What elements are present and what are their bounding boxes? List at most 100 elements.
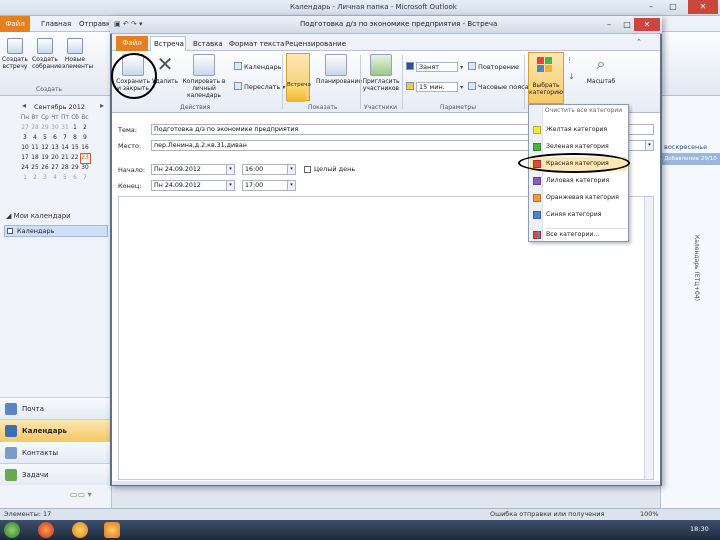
categorize-button[interactable]	[528, 52, 564, 104]
importance-low-icon[interactable]: ↓	[568, 72, 575, 81]
start-time-input[interactable]: 16:00 ▾	[242, 164, 296, 175]
new-items-button[interactable]: Новые элементы	[62, 38, 93, 70]
calendar-day[interactable]: 20	[50, 153, 60, 163]
forward-button[interactable]: Переслать ▾	[234, 82, 285, 91]
calendar-day[interactable]: 9	[80, 133, 90, 143]
calendar-button[interactable]: Календарь	[234, 62, 281, 71]
category-item-orange[interactable]: Оранжевая категория	[530, 191, 627, 205]
all-categories-item[interactable]: Все категории...	[530, 228, 627, 242]
calendar-day[interactable]: 25	[30, 163, 40, 173]
calendar-day[interactable]: 10	[20, 143, 30, 153]
calendar-day[interactable]: 24	[20, 163, 30, 173]
meeting-tab-format[interactable]: Формат текста	[226, 37, 287, 51]
category-item-green[interactable]: Зеленая категория	[530, 140, 627, 154]
dropdown-arrow-icon[interactable]: ▾	[645, 141, 653, 150]
start-date-input[interactable]: Пн 24.09.2012 ▾	[151, 164, 235, 175]
outlook-maximize-button[interactable]: □	[662, 0, 684, 14]
new-meeting-button[interactable]: Создать собрание	[32, 38, 62, 70]
nav-mail[interactable]: Почта	[0, 397, 112, 419]
calendar-day[interactable]: 13	[50, 143, 60, 153]
dropdown-arrow-icon[interactable]: ▾	[226, 181, 234, 190]
dropdown-arrow-icon[interactable]: ▾	[226, 165, 234, 174]
status-send-receive-error[interactable]: Ошибка отправки или получения	[490, 510, 605, 518]
calendar-day[interactable]: 7	[80, 173, 90, 183]
nav-tasks[interactable]: Задачи	[0, 463, 112, 485]
calendar-day[interactable]: 2	[80, 123, 90, 133]
explorer-icon[interactable]	[72, 522, 88, 538]
calendar-day[interactable]: 6	[50, 133, 60, 143]
outlook-tab-file[interactable]: Файл	[0, 16, 30, 32]
checkbox-icon[interactable]	[7, 228, 13, 234]
outlook-taskbar-icon[interactable]	[104, 522, 120, 538]
calendar-day[interactable]: 30	[80, 163, 90, 173]
start-button-icon[interactable]	[4, 522, 20, 538]
calendar-day[interactable]: 27	[50, 163, 60, 173]
calendar-day[interactable]: 2	[30, 173, 40, 183]
category-item-blue[interactable]: Синяя категория	[530, 208, 627, 222]
show-as-busy-select[interactable]: Занят ▾	[406, 62, 463, 72]
nav-contacts[interactable]: Контакты	[0, 441, 112, 463]
scheduling-button[interactable]: Планирование	[316, 54, 362, 85]
status-zoom-level[interactable]: 100%	[640, 510, 659, 518]
outlook-tab-send-receive[interactable]: Отправка и получение	[74, 16, 114, 32]
calendar-day[interactable]: 15	[70, 143, 80, 153]
mini-cal-next-icon[interactable]: ▸	[100, 101, 104, 110]
calendar-day[interactable]: 1	[70, 123, 80, 133]
all-day-checkbox[interactable]	[304, 166, 311, 173]
calendar-day-today[interactable]: 23	[79, 152, 91, 164]
recurrence-button[interactable]: Повторение	[468, 62, 519, 71]
notes-scrollbar[interactable]	[644, 197, 653, 479]
reminder-select[interactable]: 15 мин. ▾	[406, 82, 463, 92]
calendar-day[interactable]: 5	[60, 173, 70, 183]
calendar-day[interactable]: 4	[30, 133, 40, 143]
calendar-day[interactable]: 1	[20, 173, 30, 183]
calendar-day[interactable]: 18	[30, 153, 40, 163]
meeting-close-button[interactable]: ✕	[634, 18, 660, 31]
category-item-yellow[interactable]: Желтая категория	[530, 123, 627, 137]
calendar-list-item[interactable]: Календарь	[4, 225, 108, 237]
calendar-day[interactable]: 3	[20, 133, 30, 143]
calendar-day[interactable]: 8	[70, 133, 80, 143]
mini-cal-prev-icon[interactable]: ◂	[22, 101, 26, 110]
nav-footer-icons[interactable]: ▭▭ ▾	[70, 490, 92, 499]
end-date-input[interactable]: Пн 24.09.2012 ▾	[151, 180, 235, 191]
calendar-day[interactable]: 11	[30, 143, 40, 153]
end-time-input[interactable]: 17:00 ▾	[242, 180, 296, 191]
calendar-day[interactable]: 19	[40, 153, 50, 163]
copy-to-calendar-button[interactable]: Копировать в личный календарь	[180, 54, 228, 99]
importance-high-icon[interactable]: !	[568, 56, 571, 65]
dropdown-arrow-icon[interactable]: ▾	[287, 181, 295, 190]
calendar-day[interactable]: 26	[40, 163, 50, 173]
calendar-day[interactable]: 28	[60, 163, 70, 173]
calendar-day[interactable]: 30	[50, 123, 60, 133]
meeting-view-button[interactable]: Встреча	[286, 53, 311, 102]
meeting-tab-insert[interactable]: Вставка	[190, 37, 226, 51]
calendar-day[interactable]: 6	[70, 173, 80, 183]
calendar-day[interactable]: 29	[70, 163, 80, 173]
meeting-tab-file[interactable]: Файл	[116, 36, 148, 51]
calendar-day[interactable]: 17	[20, 153, 30, 163]
calendar-day[interactable]: 22	[70, 153, 80, 163]
opera-icon[interactable]	[38, 522, 54, 538]
calendar-day[interactable]: 27	[20, 123, 30, 133]
calendar-day[interactable]: 28	[30, 123, 40, 133]
calendar-day[interactable]: 14	[60, 143, 70, 153]
dropdown-arrow-icon[interactable]: ▾	[287, 165, 295, 174]
timezones-button[interactable]: Часовые пояса	[468, 82, 529, 91]
calendar-day[interactable]: 4	[50, 173, 60, 183]
outlook-tab-home[interactable]: Главная	[36, 16, 76, 32]
calendar-day[interactable]: 5	[40, 133, 50, 143]
meeting-tab-review[interactable]: Рецензирование	[282, 37, 349, 51]
meeting-minimize-button[interactable]: –	[600, 18, 618, 31]
category-item-purple[interactable]: Лиловая категория	[530, 174, 627, 188]
invite-attendees-button[interactable]: Пригласить участников	[362, 54, 400, 92]
calendar-appointment[interactable]: Добавление 29/10	[662, 153, 720, 165]
calendar-day[interactable]: 7	[60, 133, 70, 143]
calendar-day[interactable]: 16	[80, 143, 90, 153]
outlook-close-button[interactable]: ✕	[688, 0, 718, 14]
meeting-tab-meeting[interactable]: Встреча	[150, 36, 186, 51]
nav-calendar[interactable]: Календарь	[0, 419, 112, 441]
outlook-minimize-button[interactable]: –	[640, 0, 662, 14]
ribbon-collapse-icon[interactable]: ⌃	[636, 38, 642, 46]
calendar-day[interactable]: 12	[40, 143, 50, 153]
